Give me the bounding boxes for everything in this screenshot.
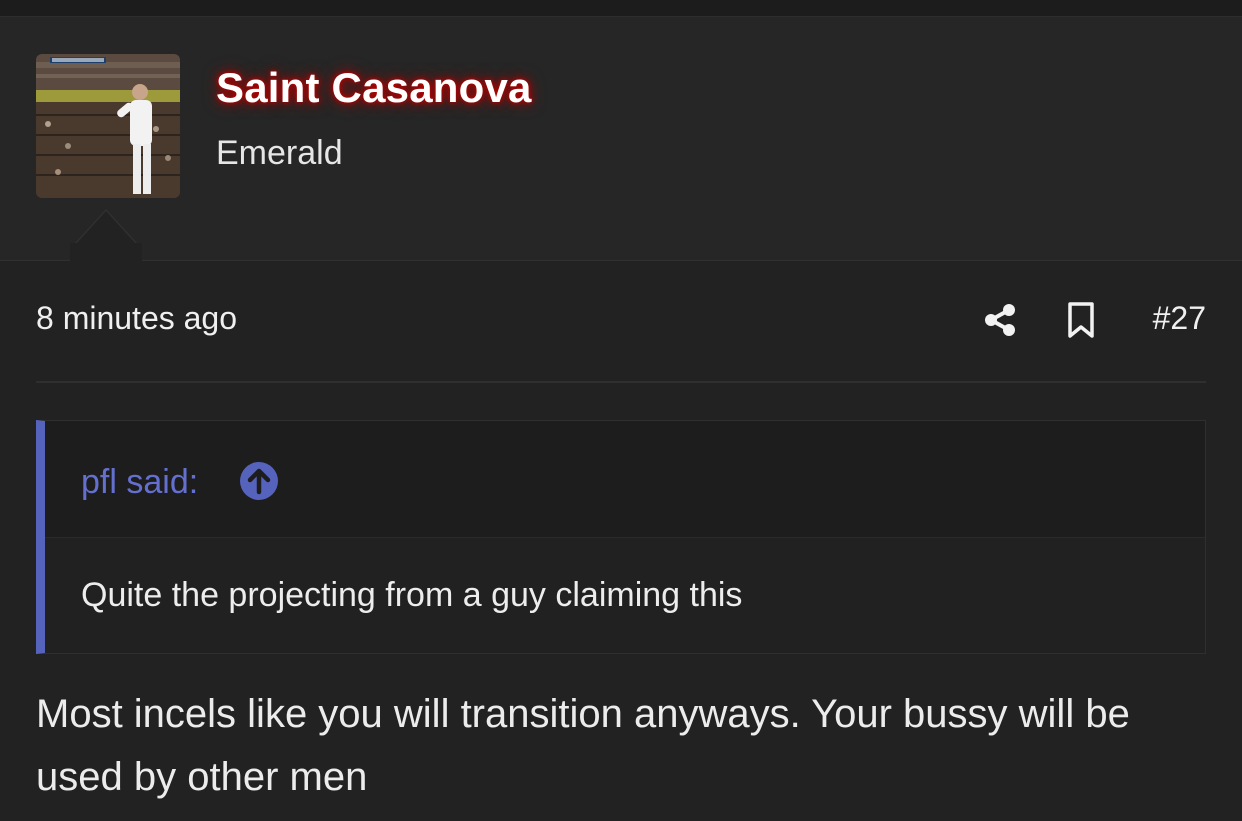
user-title: Emerald	[216, 134, 343, 172]
post-container: Saint Casanova Emerald 8 minutes ago #27…	[0, 0, 1242, 821]
share-icon[interactable]	[982, 302, 1018, 338]
quote-author[interactable]: pfl said:	[81, 463, 198, 502]
bookmark-icon[interactable]	[1064, 301, 1098, 339]
post-meta: 8 minutes ago #27	[36, 292, 1206, 352]
arrow-up-circle-icon[interactable]	[239, 461, 279, 501]
post-time[interactable]: 8 minutes ago	[36, 300, 237, 337]
divider	[36, 381, 1206, 383]
header-caret-fill	[70, 243, 142, 261]
top-strip	[0, 0, 1242, 17]
username[interactable]: Saint Casanova	[216, 64, 532, 112]
post-number[interactable]: #27	[1153, 300, 1206, 337]
quote-text: Quite the projecting from a guy claiming…	[81, 576, 743, 614]
quote-body: Quite the projecting from a guy claiming…	[45, 538, 1205, 653]
avatar[interactable]	[36, 54, 180, 198]
post-body: Most incels like you will transition any…	[36, 692, 1130, 799]
user-header: Saint Casanova Emerald	[0, 17, 1242, 261]
header-caret-inner	[76, 211, 136, 244]
quote-header: pfl said:	[45, 421, 1205, 538]
quote-block: pfl said: Quite the projecting from a gu…	[36, 420, 1206, 654]
